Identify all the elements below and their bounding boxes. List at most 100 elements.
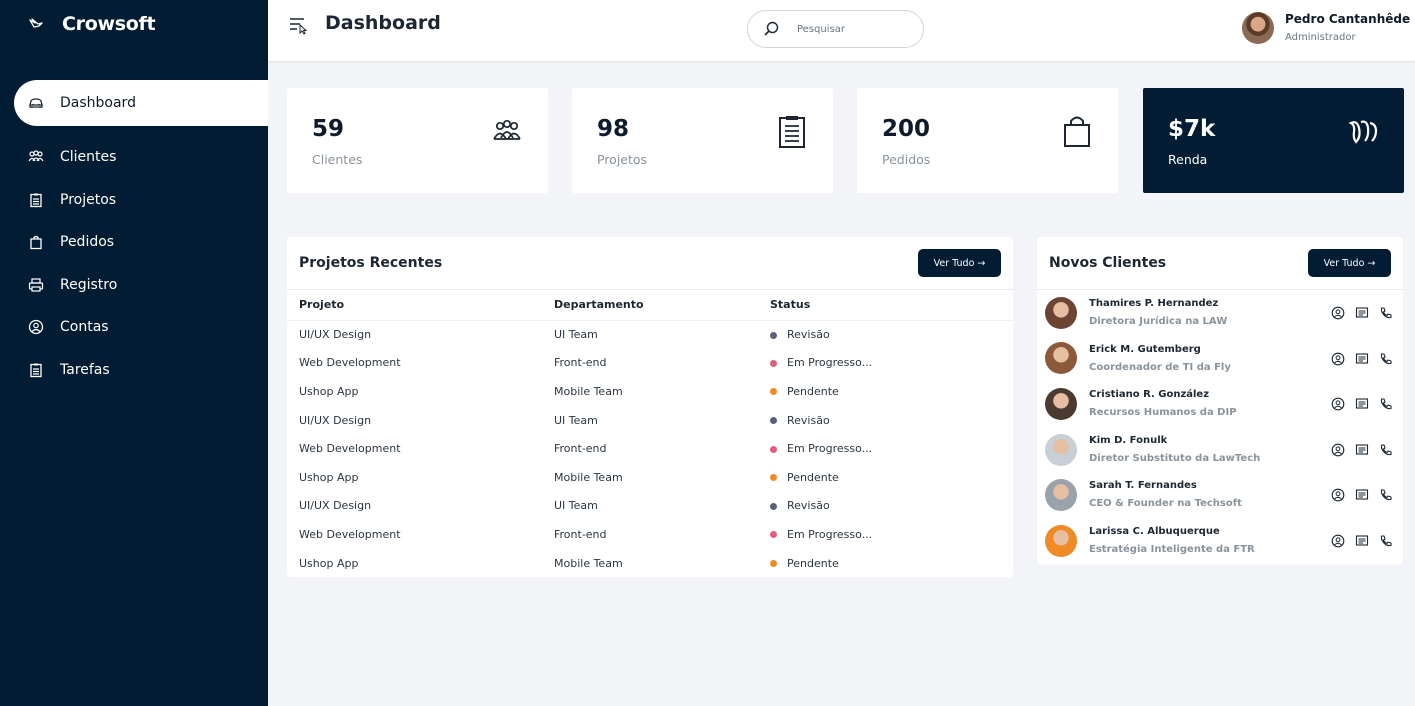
status-dot bbox=[770, 417, 777, 425]
projects-table: Projeto Departamento Status UI/UX Design… bbox=[287, 290, 1013, 577]
stat-value: 98 bbox=[597, 116, 630, 142]
client-role: Recursos Humanos da DIP bbox=[1089, 407, 1237, 419]
message-icon[interactable] bbox=[1355, 306, 1369, 320]
sidebar-item-projetos[interactable]: Projetos bbox=[0, 179, 268, 222]
sidebar-item-label: Registro bbox=[60, 276, 118, 293]
view-all-projects-button[interactable]: Ver Tudo → bbox=[918, 249, 1001, 277]
status-dot bbox=[770, 445, 777, 453]
client-item[interactable]: Sarah T. Fernandes CEO & Founder na Techs… bbox=[1037, 472, 1403, 518]
client-name: Larissa C. Albuquerque bbox=[1089, 526, 1220, 537]
message-icon[interactable] bbox=[1355, 488, 1369, 502]
project-name: Web Development bbox=[299, 527, 401, 541]
avatar bbox=[1045, 342, 1077, 375]
table-row[interactable]: UI/UX Design UI Team Revisão bbox=[287, 320, 1013, 349]
user-profile[interactable]: Pedro Cantanhêde Administrador bbox=[1242, 12, 1410, 44]
stat-card-pedidos[interactable]: 200 Pedidos bbox=[857, 88, 1118, 193]
user-role: Administrador bbox=[1285, 32, 1356, 43]
client-role: Diretora Jurídica na LAW bbox=[1089, 316, 1228, 327]
sidebar-item-dashboard[interactable]: Dashboard bbox=[14, 80, 268, 126]
department: Mobile Team bbox=[554, 384, 623, 398]
sidebar-item-clientes[interactable]: Clientes bbox=[0, 136, 268, 179]
column-header: Status bbox=[758, 290, 1013, 321]
profile-icon[interactable] bbox=[1331, 488, 1345, 502]
client-item[interactable]: Larissa C. Albuquerque Estratégia Intelig… bbox=[1037, 518, 1403, 564]
status-cell: Pendente bbox=[758, 549, 1013, 578]
profile-icon[interactable] bbox=[1331, 534, 1345, 548]
table-row[interactable]: Ushop App Mobile Team Pendente bbox=[287, 377, 1013, 406]
profile-icon[interactable] bbox=[1331, 352, 1345, 366]
stat-value: $7k bbox=[1168, 116, 1216, 142]
phone-icon[interactable] bbox=[1379, 534, 1393, 548]
status-dot bbox=[770, 502, 777, 510]
client-item[interactable]: Erick M. Gutemberg Coordenador de TI da F… bbox=[1037, 336, 1403, 382]
sidebar-item-tarefas[interactable]: Tarefas bbox=[0, 349, 268, 392]
table-row[interactable]: UI/UX Design UI Team Revisão bbox=[287, 406, 1013, 435]
project-name: UI/UX Design bbox=[299, 413, 372, 427]
sidebar: Crowsoft Dashboard Clientes Projetos Ped… bbox=[0, 0, 268, 706]
phone-icon[interactable] bbox=[1379, 488, 1393, 502]
status-text: Revisão bbox=[787, 499, 830, 513]
profile-icon[interactable] bbox=[1331, 443, 1345, 457]
phone-icon[interactable] bbox=[1379, 306, 1393, 320]
client-role: CEO & Founder na Techsoft bbox=[1089, 498, 1242, 510]
search-box[interactable] bbox=[747, 10, 924, 48]
clipboard-icon bbox=[775, 115, 809, 149]
message-icon[interactable] bbox=[1355, 352, 1369, 366]
message-icon[interactable] bbox=[1355, 443, 1369, 457]
message-icon[interactable] bbox=[1355, 534, 1369, 548]
table-row[interactable]: UI/UX Design UI Team Revisão bbox=[287, 492, 1013, 521]
project-name: Web Development bbox=[299, 356, 401, 370]
department: Mobile Team bbox=[554, 556, 623, 570]
department: Mobile Team bbox=[554, 470, 623, 484]
status-cell: Pendente bbox=[758, 463, 1013, 492]
status-cell: Revisão bbox=[758, 406, 1013, 435]
stat-value: 200 bbox=[882, 116, 931, 142]
users-icon bbox=[28, 149, 44, 165]
client-name: Kim D. Fonulk bbox=[1089, 434, 1168, 446]
profile-icon[interactable] bbox=[1331, 306, 1345, 320]
department: Front-end bbox=[554, 442, 607, 456]
stat-card-clientes[interactable]: 59 Clientes bbox=[287, 88, 548, 193]
client-role: Diretor Substituto da LawTech bbox=[1089, 452, 1261, 464]
sidebar-item-registro[interactable]: Registro bbox=[0, 264, 268, 307]
client-role: Estratégia Inteligente da FTR bbox=[1089, 544, 1255, 555]
table-row[interactable]: Web Development Front-end Em Progresso... bbox=[287, 434, 1013, 463]
project-name: Ushop App bbox=[299, 470, 359, 484]
phone-icon[interactable] bbox=[1379, 397, 1393, 411]
client-item[interactable]: Cristiano R. González Recursos Humanos da… bbox=[1037, 381, 1403, 427]
client-name: Cristiano R. González bbox=[1089, 389, 1210, 401]
search-icon bbox=[763, 21, 779, 37]
view-all-clients-button[interactable]: Ver Tudo → bbox=[1308, 249, 1391, 277]
table-row[interactable]: Ushop App Mobile Team Pendente bbox=[287, 549, 1013, 578]
message-icon[interactable] bbox=[1355, 397, 1369, 411]
status-cell: Pendente bbox=[758, 377, 1013, 406]
phone-icon[interactable] bbox=[1379, 352, 1393, 366]
page-title: Dashboard bbox=[325, 12, 441, 34]
search-input[interactable] bbox=[797, 23, 907, 35]
printer-icon bbox=[28, 277, 44, 293]
table-row[interactable]: Web Development Front-end Em Progresso... bbox=[287, 520, 1013, 549]
client-item[interactable]: Kim D. Fonulk Diretor Substituto da LawTe… bbox=[1037, 427, 1403, 473]
status-cell: Revisão bbox=[758, 492, 1013, 521]
table-row[interactable]: Ushop App Mobile Team Pendente bbox=[287, 463, 1013, 492]
status-cell: Em Progresso... bbox=[758, 349, 1013, 378]
status-text: Em Progresso... bbox=[787, 527, 873, 541]
stat-card-renda[interactable]: $7k Renda bbox=[1143, 88, 1404, 193]
project-name: Web Development bbox=[299, 442, 401, 456]
sidebar-item-pedidos[interactable]: Pedidos bbox=[0, 221, 268, 264]
profile-icon[interactable] bbox=[1331, 397, 1345, 411]
avatar bbox=[1045, 524, 1077, 557]
panel-title: Novos Clientes bbox=[1049, 255, 1167, 271]
status-text: Revisão bbox=[787, 413, 830, 427]
table-row[interactable]: Web Development Front-end Em Progresso... bbox=[287, 349, 1013, 378]
department: Front-end bbox=[554, 527, 607, 541]
stat-card-projetos[interactable]: 98 Projetos bbox=[572, 88, 833, 193]
client-name: Thamires P. Hernandez bbox=[1089, 298, 1219, 309]
menu-toggle-icon[interactable] bbox=[288, 15, 308, 35]
client-item[interactable]: Thamires P. Hernandez Diretora Jurídica n… bbox=[1037, 290, 1403, 336]
stat-label: Projetos bbox=[597, 152, 648, 167]
phone-icon[interactable] bbox=[1379, 443, 1393, 457]
sidebar-item-contas[interactable]: Contas bbox=[0, 306, 268, 349]
status-text: Pendente bbox=[787, 470, 839, 484]
brand[interactable]: Crowsoft bbox=[28, 12, 156, 36]
